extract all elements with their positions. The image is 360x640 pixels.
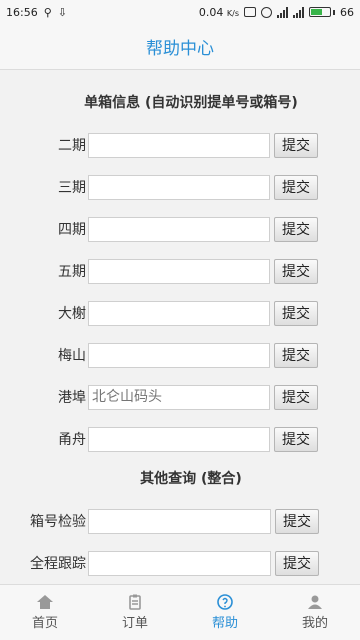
download-icon: ⇩ [57,5,67,19]
nav-item-home[interactable]: 首页 [0,585,90,640]
query-label: 全程跟踪 [30,556,86,572]
query-label: 箱号检验 [30,514,86,530]
home-icon [37,595,53,609]
bottom-nav: 首页 订单 帮助 我的 [0,584,360,640]
gangbu-submit-button[interactable]: 提交 [274,384,318,410]
query-label: 五期 [58,264,86,280]
single-box-title: 单箱信息 (自动识别提单号或箱号) [84,95,298,111]
usb-icon: ⚲ [43,5,52,19]
daxie-input[interactable] [88,300,270,326]
erqi-input[interactable] [88,132,270,158]
yongzhou-submit-button[interactable]: 提交 [274,426,318,452]
query-label: 梅山 [58,348,86,364]
battery-icon [309,7,335,17]
page-title: 帮助中心 [146,39,214,59]
query-row-siqi: 四期 提交 [48,208,334,250]
query-label: 四期 [58,222,86,238]
status-bar: 16:56 ⚲ ⇩ 0.04 K/s 66 [0,0,360,24]
query-row-daxie: 大榭 提交 [48,292,334,334]
erqi-submit-button[interactable]: 提交 [274,132,318,158]
siqi-submit-button[interactable]: 提交 [274,216,318,242]
other-query-title: 其他查询 (整合) [140,471,242,487]
box-check-input[interactable] [88,508,271,534]
box-check-submit-button[interactable]: 提交 [275,508,319,534]
battery-level: 66 [340,5,354,19]
vibrate-icon [244,7,256,17]
alarm-icon [261,6,272,18]
order-icon [129,594,141,610]
query-row-erqi: 二期 提交 [48,124,334,166]
query-row-yongzhou: 甬舟 提交 [48,418,334,460]
daxie-submit-button[interactable]: 提交 [274,300,318,326]
nav-label: 帮助 [211,616,238,631]
query-label: 三期 [58,180,86,196]
main-content: 单箱信息 (自动识别提单号或箱号) 二期 提交 三期 提交 四期 提交 五期 提… [0,92,360,584]
query-label: 港埠 [58,390,86,406]
signal-icon-2 [293,6,304,18]
tracking-submit-button[interactable]: 提交 [275,550,319,576]
help-icon [217,594,233,610]
nav-label: 我的 [301,616,328,631]
nav-item-help[interactable]: 帮助 [180,585,270,640]
sanqi-input[interactable] [88,174,270,200]
tracking-input[interactable] [88,550,271,576]
network-speed: 0.04 K/s [198,5,239,19]
query-row-box-check: 箱号检验 提交 [24,500,334,542]
query-label: 二期 [58,138,86,154]
nav-label: 订单 [121,616,148,631]
gangbu-input[interactable] [88,384,270,410]
query-row-wuqi: 五期 提交 [48,250,334,292]
nav-item-mine[interactable]: 我的 [270,585,360,640]
wuqi-submit-button[interactable]: 提交 [274,258,318,284]
header: 帮助中心 [0,24,360,70]
query-row-tracking: 全程跟踪 提交 [24,542,334,584]
query-label: 甬舟 [58,432,86,448]
nav-label: 首页 [31,616,58,631]
user-icon [308,595,322,609]
sanqi-submit-button[interactable]: 提交 [274,174,318,200]
nav-item-order[interactable]: 订单 [90,585,180,640]
query-label: 大榭 [58,306,86,322]
siqi-input[interactable] [88,216,270,242]
yongzhou-input[interactable] [88,426,270,452]
meishan-input[interactable] [88,342,270,368]
meishan-submit-button[interactable]: 提交 [274,342,318,368]
query-row-meishan: 梅山 提交 [48,334,334,376]
wuqi-input[interactable] [88,258,270,284]
query-row-gangbu: 港埠 提交 [48,376,334,418]
query-row-sanqi: 三期 提交 [48,166,334,208]
status-time: 16:56 [6,5,38,19]
signal-icon [277,6,288,18]
